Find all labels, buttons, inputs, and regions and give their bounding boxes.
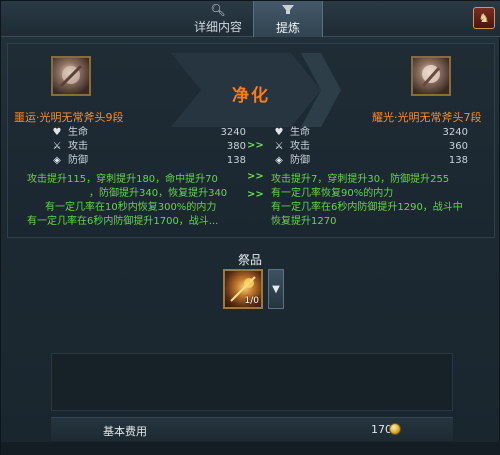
source-stats: ♥ 生命 3240 ⚔ 攻击 380 ◈ 防御 138 [51,126,246,168]
swords-icon: ⚔ [52,141,62,152]
effect-line: 攻击提升115，穿刺提升180，命中提升70 [27,174,218,185]
cost-bar: 基本费用 170 [51,417,453,441]
bottom-strip [1,442,500,455]
character-icon[interactable]: ♞ [473,7,495,29]
stat-row-hp: ♥ 生命 3240 [51,126,246,140]
material-count: 1/0 [244,296,259,306]
stat-row-defense: ◈ 防御 138 [273,154,468,168]
arrow-indicator: >> [247,189,264,200]
material-slot[interactable]: 1/0 [223,269,263,309]
target-item-slot[interactable] [411,56,451,96]
effect-line: 有一定几率在10秒内恢复300%的内力 [45,202,217,213]
stat-label: 生命 [68,127,88,138]
stat-value: 3240 [220,127,246,138]
swords-icon: ⚔ [274,141,284,152]
stat-row-attack: ⚔ 攻击 360 [273,140,468,154]
effect-line: ，防御提升340，恢复提升340 [89,188,228,199]
stat-row-hp: ♥ 生命 3240 [273,126,468,140]
effect-line: 恢复提升1270 [271,216,337,227]
stat-label: 防御 [290,155,310,166]
heart-icon: ♥ [52,127,62,138]
stat-value: 138 [226,155,246,166]
heart-icon: ♥ [274,127,284,138]
arrow-indicator: >> [247,140,264,151]
target-item-name: 耀光·光明无常斧头7段 [372,111,482,124]
stat-label: 生命 [290,127,310,138]
effect-line: 有一定几率在6秒内防御提升1700，战斗... [27,216,219,227]
source-item-slot[interactable] [51,56,91,96]
stat-label: 攻击 [68,141,88,152]
material-label: 祭品 [237,253,262,267]
effect-line: 攻击提升7，穿刺提升30，防御提升255 [271,174,450,185]
stat-row-attack: ⚔ 攻击 380 [51,140,246,154]
stat-value: 380 [226,141,246,152]
source-effects: 攻击提升115，穿刺提升180，命中提升70 ，防御提升340，恢复提升340 … [27,173,249,229]
stat-value: 138 [448,155,468,166]
target-stats: ♥ 生命 3240 ⚔ 攻击 360 ◈ 防御 138 [273,126,468,168]
material-dropdown-button[interactable]: ▼ [268,269,284,309]
stat-value: 3240 [442,127,468,138]
target-effects: 攻击提升7，穿刺提升30，防御提升255 有一定几率恢复90%的内力 有一定几率… [271,173,486,229]
source-item-name: 噩运·光明无常斧头9段 [14,111,124,124]
coin-icon [389,423,401,435]
stat-label: 防御 [68,155,88,166]
effect-line: 有一定几率在6秒内防御提升1290，战斗中 [271,202,463,213]
shield-icon: ◈ [275,155,283,166]
purify-title: 净化 [232,86,270,106]
refine-window: 🔍︎ 详细内容 提炼 ♞ 净化 噩运·光明无常斧头9段 耀光·光明无常斧头7段 … [0,0,500,455]
effect-line: 有一定几率恢复90%的内力 [271,188,394,199]
chevron-down-icon: ▼ [272,283,280,295]
cost-label: 基本费用 [103,425,147,438]
result-panel [51,353,453,411]
stat-value: 360 [448,141,468,152]
stat-label: 攻击 [290,141,310,152]
stat-row-defense: ◈ 防御 138 [51,154,246,168]
shield-icon: ◈ [53,155,61,166]
arrow-indicator: >> [247,171,264,182]
